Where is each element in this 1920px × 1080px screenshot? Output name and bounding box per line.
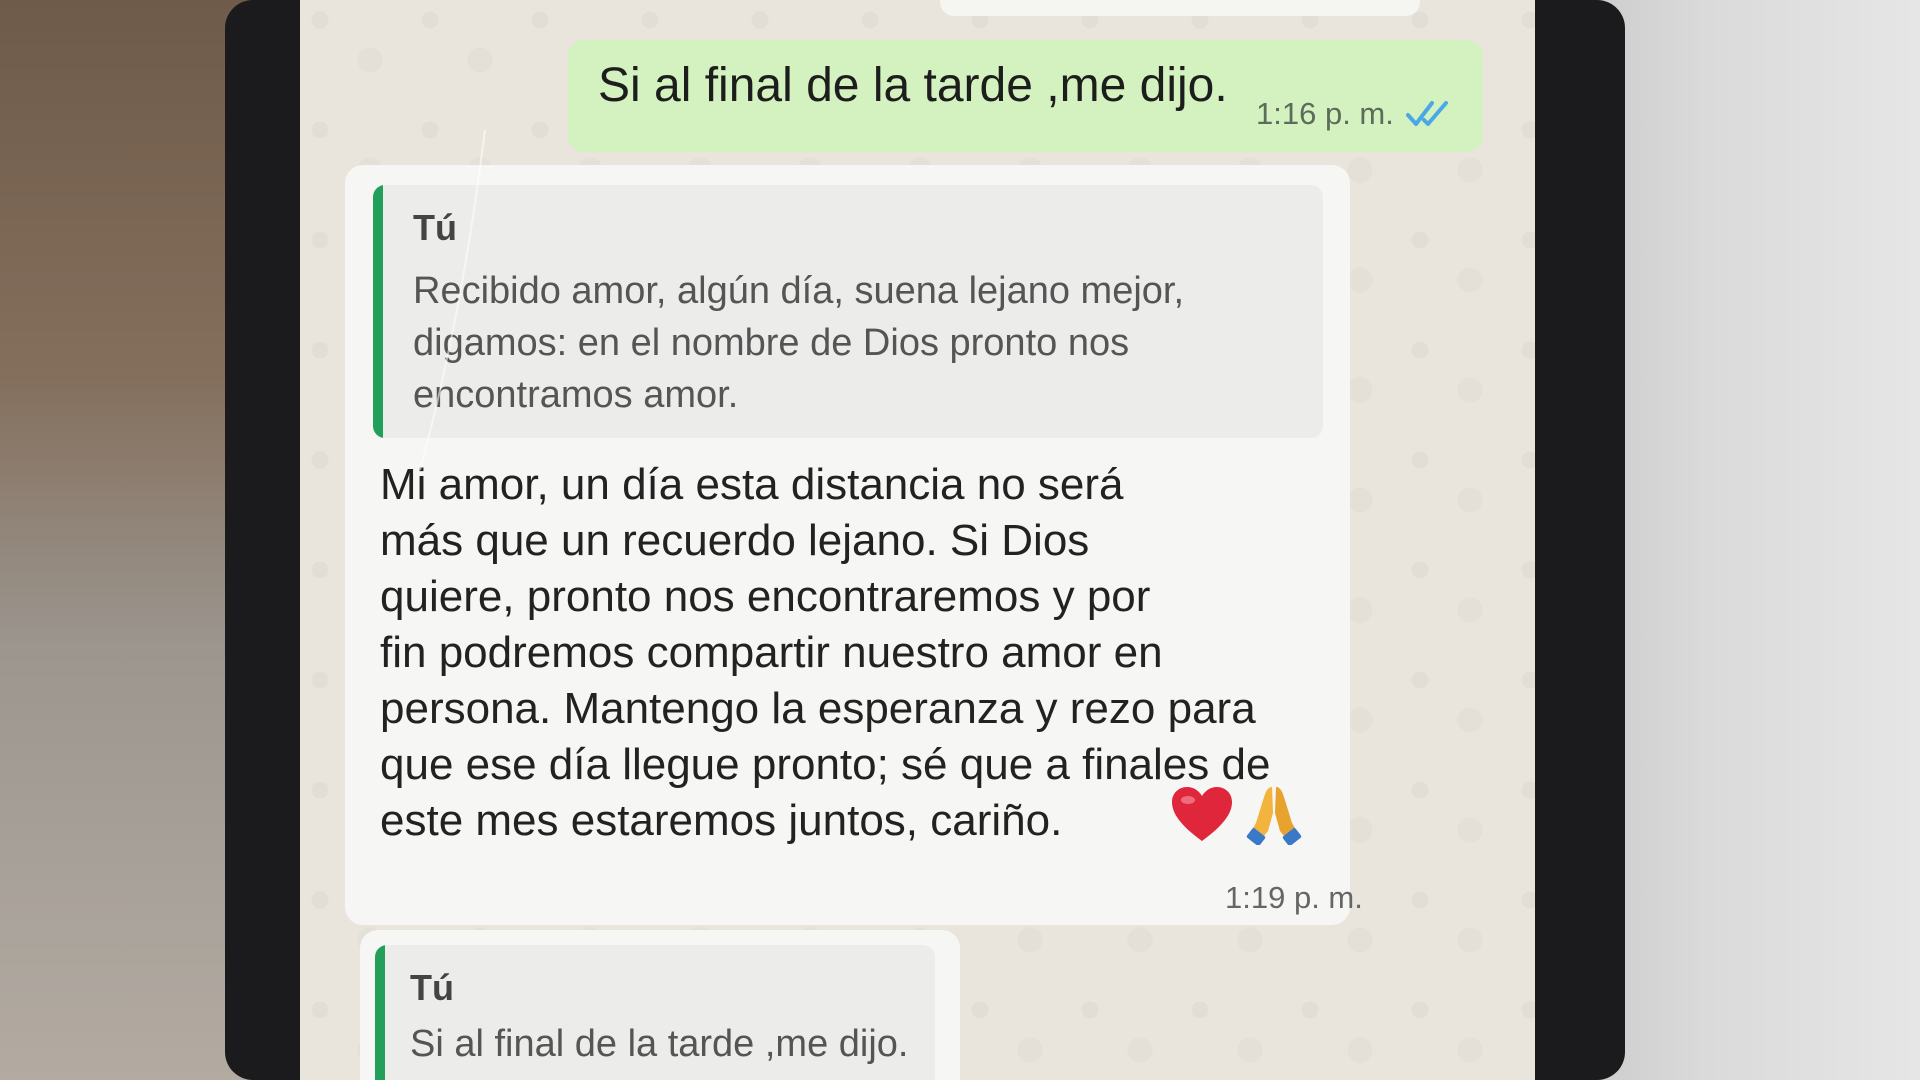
quote-text: Si al final de la tarde ,me dijo. bbox=[410, 1023, 909, 1065]
background-left bbox=[0, 0, 260, 1080]
quoted-message[interactable]: Tú Recibido amor, algún día, suena lejan… bbox=[373, 185, 1323, 438]
previous-message-bubble[interactable] bbox=[940, 0, 1420, 16]
red-heart-emoji bbox=[1172, 787, 1232, 841]
quoted-message[interactable]: Tú Si al final de la tarde ,me dijo. bbox=[375, 945, 935, 1080]
chat-screen[interactable]: Si al final de la tarde ,me dijo. 1:16 p… bbox=[300, 0, 1535, 1080]
quote-accent-bar bbox=[375, 945, 385, 1080]
outgoing-message-text: Si al final de la tarde ,me dijo. bbox=[598, 59, 1228, 112]
incoming-message-bubble[interactable]: Tú Recibido amor, algún día, suena lejan… bbox=[345, 165, 1363, 925]
reply-message-bubble[interactable]: Tú Si al final de la tarde ,me dijo. bbox=[360, 930, 960, 1080]
quote-text: Recibido amor, algún día, suena lejano m… bbox=[413, 270, 1185, 416]
outgoing-message-time: 1:16 p. m. bbox=[1256, 96, 1394, 131]
incoming-message-time: 1:19 p. m. bbox=[1225, 880, 1363, 915]
quote-accent-bar bbox=[373, 185, 383, 438]
message-emojis bbox=[1170, 783, 1302, 845]
folded-hands-emoji bbox=[1246, 787, 1302, 845]
outgoing-message-meta: 1:16 p. m. bbox=[1256, 96, 1454, 132]
double-check-read-icon bbox=[1405, 101, 1448, 126]
quote-author: Tú bbox=[410, 967, 454, 1008]
outgoing-message-bubble[interactable]: Si al final de la tarde ,me dijo. 1:16 p… bbox=[568, 40, 1483, 152]
quote-author: Tú bbox=[413, 207, 457, 248]
